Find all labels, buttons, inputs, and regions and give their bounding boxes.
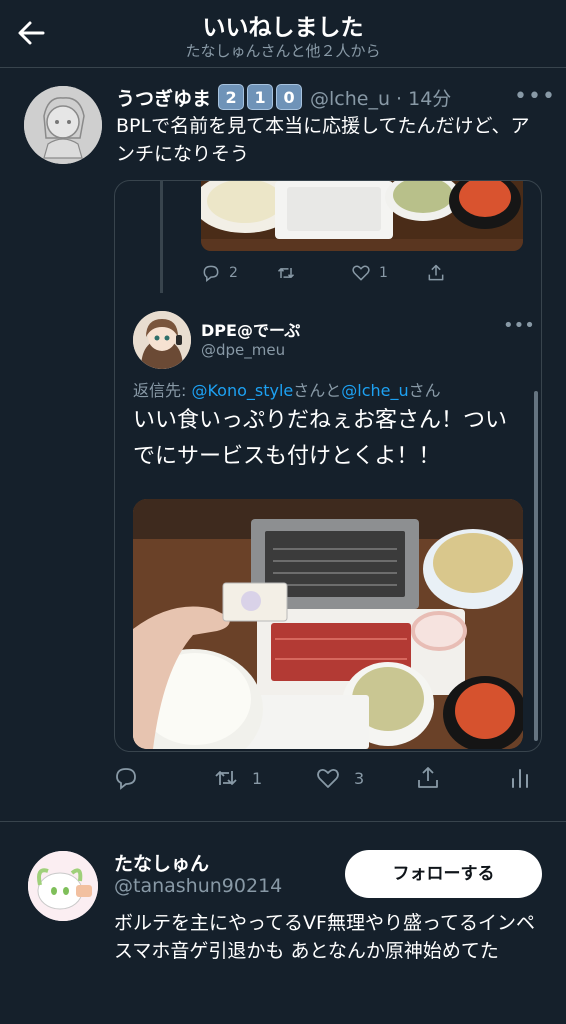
more-options-icon[interactable]: ••• [514,84,556,109]
more-options-icon[interactable]: ••• [503,315,535,336]
mention-link[interactable]: @lche_u [341,381,408,400]
like-button[interactable]: 1 [351,261,426,285]
quoted-tweet[interactable]: 2 1 DPE@でーぷ @dpe_meu ••• 返信先: @Kono_styl… [114,180,542,752]
avatar[interactable] [133,311,191,369]
keycap-1-icon: 1 [247,84,274,110]
liker-user-cell[interactable]: たなしゅん @tanashun90214 フォローする ボルテを主にやってるVF… [0,823,566,1024]
avatar[interactable] [28,851,98,921]
liker-bio: ボルテを主にやってるVF無理やり盛ってるインペ スマホ音ゲ引退かも あとなんか原… [114,912,536,962]
liker-handle: @tanashun90214 [114,875,283,897]
analytics-button[interactable] [508,766,546,790]
thread-line [160,181,163,293]
share-icon [428,264,444,281]
reply-icon [203,265,219,283]
scrollbar[interactable] [534,391,538,741]
retweet-icon [277,268,295,278]
heart-icon [317,768,339,788]
top-bar: いいねしました たなしゅんさんと他２人から [0,0,566,68]
reply-count: 2 [229,265,238,281]
quoted-tweet-image[interactable] [133,499,523,749]
author-row: うつぎゆま 2 1 0 @lche_u · 14分 [116,82,451,112]
tweet-text: BPLで名前を見て本当に応援してたんだけど、アンチになりそう [116,115,530,165]
like-count: 3 [354,768,365,788]
reply-icon [116,768,136,790]
quoted-author-name[interactable]: DPE@でーぷ [201,317,300,341]
tweet-actions: 1 3 [114,766,534,790]
liked-tweet[interactable]: うつぎゆま 2 1 0 @lche_u · 14分 ••• BPLで名前を見て本… [0,68,566,822]
emoji-badges: 2 1 0 [215,84,303,110]
share-button[interactable] [426,261,501,285]
author-name[interactable]: うつぎゆま [116,84,211,111]
heart-icon [352,265,370,281]
analytics-icon [512,769,528,788]
reply-button[interactable]: 2 [201,261,276,285]
mention-link[interactable]: @Kono_style [191,381,293,400]
page-title: いいねしました [202,15,364,41]
reply-to-mid: さんと [293,381,342,400]
retweet-button[interactable]: 1 [214,766,262,790]
avatar[interactable] [24,86,102,164]
liker-name[interactable]: たなしゅん [114,849,209,876]
reply-to-prefix: 返信先: [133,381,192,400]
keycap-2-icon: 2 [218,84,245,110]
reply-to-suffix: さん [408,381,441,400]
parent-tweet-actions: 2 1 [201,261,501,285]
follow-button[interactable]: フォローする [345,850,542,898]
quoted-tweet-text: いい食いっぷりだねぇお客さん！ついでにサービスも付けとくよ！！ [133,408,508,469]
parent-tweet-image[interactable] [201,181,523,251]
like-count: 1 [379,265,388,281]
quoted-author-handle: @dpe_meu [201,341,286,359]
share-button[interactable] [416,766,454,790]
retweet-count: 1 [252,768,263,788]
reply-button[interactable] [114,766,152,790]
page-subtitle: たなしゅんさんと他２人から [185,42,381,60]
like-button[interactable]: 3 [316,766,364,790]
share-icon [418,767,438,788]
author-handle-time: @lche_u · 14分 [310,87,452,110]
reply-to-line: 返信先: @Kono_styleさんと@lche_uさん [133,377,441,401]
retweet-button[interactable] [276,261,351,285]
keycap-0-icon: 0 [276,84,303,110]
retweet-icon [215,771,237,785]
